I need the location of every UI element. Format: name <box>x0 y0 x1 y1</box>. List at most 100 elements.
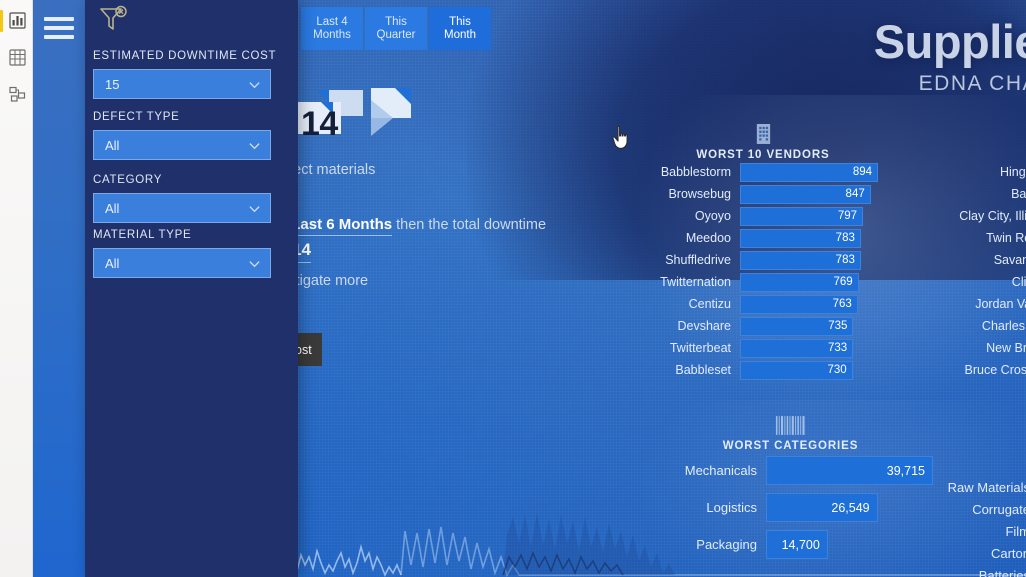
chevron-down-icon <box>249 81 260 88</box>
bar-row[interactable]: Bruce Crossing <box>923 359 1026 381</box>
bar-fill: 763 <box>740 294 858 314</box>
bar-row[interactable]: Batteries <box>923 564 1026 577</box>
bar-track: 783 <box>740 250 878 270</box>
filter-label: DEFECT TYPE <box>93 111 180 123</box>
location-bar-list: Hingham Barling Clay City, Illinois Twin Ro… <box>923 161 1026 381</box>
bar-value: 735 <box>828 320 848 332</box>
chevron-down-icon <box>249 260 260 267</box>
bar-row[interactable]: Raw Materials <box>923 476 1026 498</box>
bar-value: 763 <box>832 298 852 310</box>
bar-row[interactable]: New Britain <box>923 337 1026 359</box>
bar-fill: 783 <box>740 250 861 270</box>
bar-value: 783 <box>835 254 855 266</box>
filter-dropdown-0[interactable]: 15 <box>93 69 271 99</box>
bar-row[interactable]: Packaging 14,700 <box>648 526 933 563</box>
pin-icon <box>923 122 1026 145</box>
bar-label: New Britain <box>986 341 1026 355</box>
vendor-bar-list: Babblestorm 894 Browsebug 847 Oyoyo 797 Meedoo… <box>648 161 878 381</box>
card-title: WO <box>923 149 1026 161</box>
bar-row[interactable]: Twitterbeat 733 <box>648 337 878 359</box>
bar-value: 894 <box>852 166 872 178</box>
bar-label: Mechanicals <box>684 463 757 478</box>
narrative-kpi-value: 14 <box>301 105 338 143</box>
bar-label: Twin Rocks <box>986 231 1026 245</box>
report-view-icon[interactable] <box>9 12 26 29</box>
bar-row[interactable]: Charles City <box>923 315 1026 337</box>
card-header: WORST 10 VENDORS <box>648 122 878 161</box>
category-bar-list: Mechanicals 39,715 Logistics 26,549 Packagin… <box>648 452 933 563</box>
clear-filter-icon[interactable] <box>95 2 131 38</box>
report-title: Supplie <box>873 15 1026 68</box>
filter-dropdown-3[interactable]: All <box>93 248 271 278</box>
bar-row[interactable]: Shuffledrive 783 <box>648 249 878 271</box>
bar-row[interactable]: Browsebug 847 <box>648 183 878 205</box>
filter-dropdown-1[interactable]: All <box>93 130 271 160</box>
bar-value: 26,549 <box>831 500 870 515</box>
bar-row[interactable]: Barling <box>923 183 1026 205</box>
date-filter-button-2[interactable]: This Month <box>429 7 491 50</box>
bar-row[interactable]: Twin Rocks <box>923 227 1026 249</box>
bar-row[interactable]: Clay City, Illinois <box>923 205 1026 227</box>
bar-row[interactable]: Film <box>923 520 1026 542</box>
bar-label: Browsebug <box>668 187 731 201</box>
card-title: WO <box>923 464 1026 476</box>
bar-fill: 769 <box>740 272 859 292</box>
bar-label: Bruce Crossing <box>964 363 1026 377</box>
bar-value: 730 <box>827 364 847 376</box>
hamburger-menu-icon[interactable] <box>44 17 74 41</box>
bar-value: 847 <box>845 188 865 200</box>
bar-label: Babbleset <box>675 363 731 377</box>
bar-row[interactable]: Climax <box>923 271 1026 293</box>
bar-track: 14,700 <box>766 530 933 559</box>
bar-row[interactable]: Oyoyo 797 <box>648 205 878 227</box>
bar-fill: 894 <box>740 162 878 182</box>
bar-label: Packaging <box>696 537 757 552</box>
bar-row[interactable]: Mechanicals 39,715 <box>648 452 933 489</box>
bar-row[interactable]: Twitternation 769 <box>648 271 878 293</box>
model-view-icon[interactable] <box>9 86 26 103</box>
bar-value: 14,700 <box>781 537 820 552</box>
bar-row[interactable]: Corrugate <box>923 498 1026 520</box>
bar-row[interactable]: Meedoo 783 <box>648 227 878 249</box>
bar-row[interactable]: Babbleset 730 <box>648 359 878 381</box>
date-filter-button-1[interactable]: This Quarter <box>365 7 427 50</box>
bar-track: 797 <box>740 206 878 226</box>
bar-label: Clay City, Illinois <box>959 209 1026 223</box>
bar-row[interactable]: Centizu 763 <box>648 293 878 315</box>
bar-fill: 39,715 <box>766 456 933 485</box>
bar-fill: 26,549 <box>766 493 878 522</box>
bar-label: Babblestorm <box>660 165 731 179</box>
bar-fill: 847 <box>740 184 871 204</box>
date-filter-button-0[interactable]: Last 4 Months <box>301 7 363 50</box>
bar-row[interactable]: Savannah <box>923 249 1026 271</box>
bar-track: 733 <box>740 338 878 358</box>
barcode-icon <box>648 415 933 436</box>
bar-row[interactable]: Logistics 26,549 <box>648 489 933 526</box>
bar-value: 783 <box>835 232 855 244</box>
bar-track: 763 <box>740 294 878 314</box>
bar-label: Barling <box>1011 187 1026 201</box>
bar-row[interactable]: Jordan Valley <box>923 293 1026 315</box>
bar-row[interactable]: Hingham <box>923 161 1026 183</box>
hamburger-line <box>44 26 74 30</box>
bar-label: Centizu <box>688 297 731 311</box>
filter-label: CATEGORY <box>93 174 163 186</box>
bar-value: 797 <box>837 210 858 222</box>
bar-fill: 783 <box>740 228 861 248</box>
bar-row[interactable]: Babblestorm 894 <box>648 161 878 183</box>
bar-row[interactable]: Devshare 735 <box>648 315 878 337</box>
filter-flyout-panel: ESTIMATED DOWNTIME COST 15 DEFECT TYPE All C… <box>85 0 298 577</box>
bar-fill: 730 <box>740 360 853 380</box>
bar-track: 730 <box>740 360 878 380</box>
bar-label: Savannah <box>993 253 1026 267</box>
card-title: WORST CATEGORIES <box>722 440 859 452</box>
bar-label: Oyoyo <box>694 209 731 223</box>
bar-track: 783 <box>740 228 878 248</box>
bar-row[interactable]: Carton <box>923 542 1026 564</box>
powerbi-left-rail <box>0 0 33 577</box>
chevron-down-icon <box>249 205 260 212</box>
filter-dropdown-2[interactable]: All <box>93 193 271 223</box>
bar-fill: 797 <box>740 206 864 226</box>
data-view-icon[interactable] <box>9 49 26 66</box>
card-header: WO <box>923 122 1026 161</box>
